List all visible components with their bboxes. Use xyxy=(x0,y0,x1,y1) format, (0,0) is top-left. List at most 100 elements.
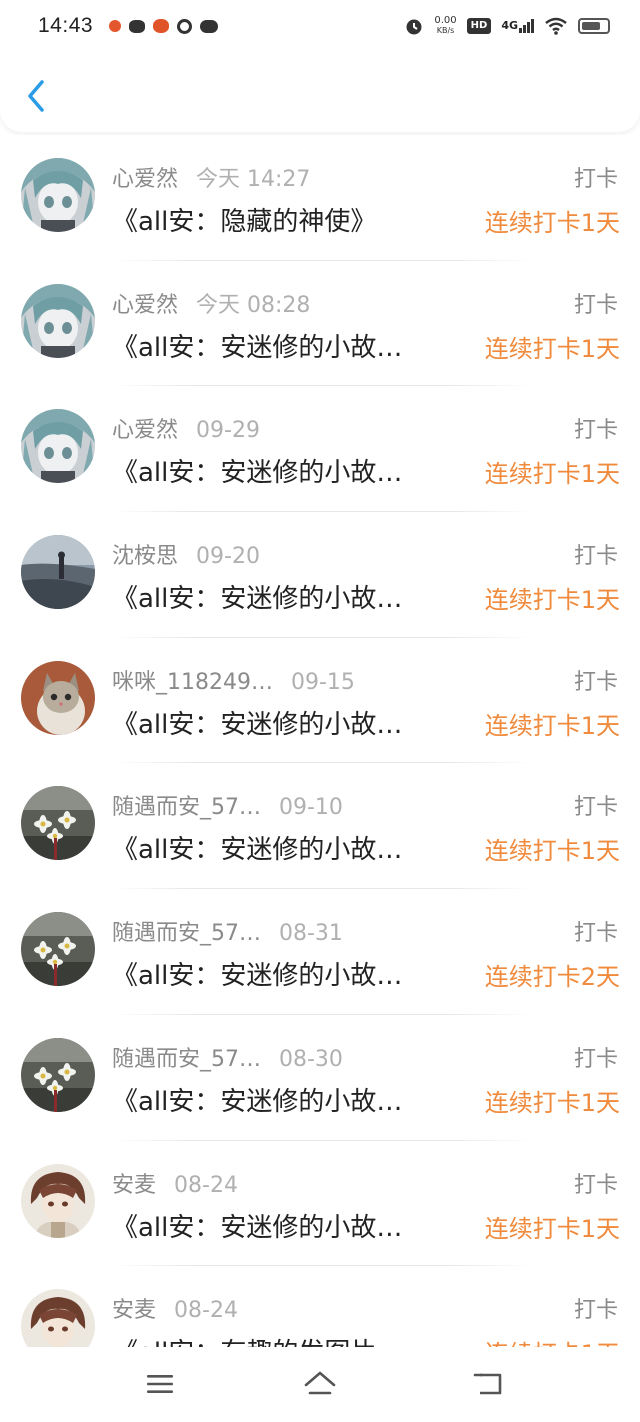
streak-badge: 连续打卡1天 xyxy=(484,460,620,489)
checkin-label: 打卡 xyxy=(573,167,618,192)
book-title[interactable]: 《all安：安迷修的小故… xyxy=(112,704,402,741)
sync-icon xyxy=(177,18,193,34)
avatar[interactable] xyxy=(21,1037,95,1112)
avatar[interactable] xyxy=(21,535,95,610)
list-item[interactable]: 沈桉思 09-20 打卡 《all安：安迷修的小故… 连续打卡1天 xyxy=(0,512,640,638)
book-title[interactable]: 《all安：隐藏的神使》 xyxy=(112,201,376,238)
book-title[interactable]: 《all安：有趣的发图片 xyxy=(112,1332,376,1347)
post-date: 今天 08:28 xyxy=(196,292,311,318)
meta-line: 心爱然 今天 14:27 xyxy=(112,161,310,193)
checkin-label: 打卡 xyxy=(573,1298,618,1324)
system-nav-bar xyxy=(0,1347,640,1422)
avatar-anime-teal-image xyxy=(21,283,95,358)
checkin-label: 打卡 xyxy=(573,921,618,947)
avatar[interactable] xyxy=(21,912,95,987)
user-name[interactable]: 心爱然 xyxy=(112,287,178,319)
avatar[interactable] xyxy=(21,786,95,861)
back-nav-button[interactable] xyxy=(468,1367,508,1401)
checkin-label: 打卡 xyxy=(573,544,618,570)
book-title[interactable]: 《all安：安迷修的小故… xyxy=(112,327,402,364)
avatar[interactable] xyxy=(21,1163,95,1238)
user-name[interactable]: 心爱然 xyxy=(112,412,178,444)
avatar[interactable] xyxy=(21,409,95,484)
book-title[interactable]: 《all安：安迷修的小故… xyxy=(112,1207,402,1244)
book-title[interactable]: 《all安：安迷修的小故… xyxy=(112,578,402,615)
post-date: 09-10 xyxy=(279,795,343,821)
book-title[interactable]: 《all安：安迷修的小故… xyxy=(112,1081,402,1118)
cloud-icon xyxy=(200,19,219,33)
user-name[interactable]: 安麦 xyxy=(112,1167,156,1199)
avatar[interactable] xyxy=(21,660,95,735)
list-item[interactable]: 安麦 08-24 打卡 《all安：有趣的发图片 连续打卡1天 xyxy=(0,1266,640,1347)
list-item[interactable]: 随遇而安_57… 09-10 打卡 《all安：安迷修的小故… 连续打卡1天 xyxy=(0,763,640,890)
list-item[interactable]: 随遇而安_57… 08-31 打卡 《all安：安迷修的小故… 连续打卡2天 xyxy=(0,889,640,1015)
list-item[interactable]: 心爱然 今天 08:28 打卡 《all安：安迷修的小故… 连续打卡1天 xyxy=(0,261,640,387)
meta-line: 安麦 08-24 xyxy=(112,1167,238,1199)
streak-badge: 连续打卡1天 xyxy=(484,711,620,740)
home-icon xyxy=(304,1371,336,1395)
avatar-beach-image xyxy=(21,535,95,610)
battery-icon xyxy=(578,18,610,34)
user-name[interactable]: 随遇而安_57… xyxy=(112,1041,261,1073)
wechat-icon xyxy=(129,19,146,33)
post-date: 09-29 xyxy=(196,418,260,444)
streak-badge: 连续打卡1天 xyxy=(484,586,620,615)
app-header xyxy=(0,52,640,132)
streak-badge: 连续打卡2天 xyxy=(484,963,620,992)
meta-line: 安麦 08-24 xyxy=(112,1292,238,1324)
book-title[interactable]: 《all安：安迷修的小故… xyxy=(112,955,402,992)
streak-badge: 连续打卡1天 xyxy=(484,1214,620,1243)
meta-line: 随遇而安_57… 08-31 xyxy=(112,915,343,947)
meta-line: 心爱然 今天 08:28 xyxy=(112,287,310,319)
menu-button[interactable] xyxy=(140,1367,180,1401)
avatar-anime-brown-image xyxy=(21,1289,95,1347)
avatar-flowers-image xyxy=(21,1037,95,1112)
checkin-label: 打卡 xyxy=(573,1046,618,1072)
hd-badge: HD xyxy=(466,18,492,34)
user-name[interactable]: 随遇而安_57… xyxy=(112,915,261,947)
book-title[interactable]: 《all安：安迷修的小故… xyxy=(112,829,402,866)
wifi-icon xyxy=(545,17,567,35)
list-item[interactable]: 随遇而安_57… 08-30 打卡 《all安：安迷修的小故… 连续打卡1天 xyxy=(0,1015,640,1141)
streak-badge: 连续打卡1天 xyxy=(484,209,620,237)
list-item[interactable]: 安麦 08-24 打卡 《all安：安迷修的小故… 连续打卡1天 xyxy=(0,1141,640,1267)
user-name[interactable]: 随遇而安_57… xyxy=(112,789,261,821)
signal-icon: 4G xyxy=(501,19,534,33)
streak-badge: 连续打卡1天 xyxy=(484,837,620,866)
book-title[interactable]: 《all安：安迷修的小故… xyxy=(112,452,402,489)
status-time: 14:43 xyxy=(38,14,94,37)
user-name[interactable]: 咪咪_118249… xyxy=(112,664,273,696)
avatar[interactable] xyxy=(21,283,95,358)
streak-badge: 连续打卡1天 xyxy=(485,1334,620,1347)
avatar-flowers-image xyxy=(21,912,95,987)
user-name[interactable]: 安麦 xyxy=(112,1292,156,1324)
menu-icon xyxy=(147,1375,173,1393)
meta-line: 随遇而安_57… 08-30 xyxy=(112,1041,343,1073)
post-date: 09-15 xyxy=(290,669,355,695)
avatar-anime-teal-image xyxy=(21,158,95,232)
streak-badge: 连续打卡1天 xyxy=(484,1088,620,1117)
user-name[interactable]: 沈桉思 xyxy=(112,538,178,570)
home-button[interactable] xyxy=(300,1367,340,1401)
meta-line: 沈桉思 09-20 xyxy=(112,538,260,570)
checkin-label: 打卡 xyxy=(573,669,618,695)
alarm-icon xyxy=(406,19,422,35)
meta-line: 心爱然 09-29 xyxy=(112,412,260,444)
avatar-flowers-image xyxy=(21,786,95,861)
post-date: 今天 14:27 xyxy=(196,167,311,192)
post-date: 08-31 xyxy=(279,921,343,947)
avatar[interactable] xyxy=(21,158,95,232)
chevron-left-icon xyxy=(28,80,44,112)
user-name[interactable]: 心爱然 xyxy=(112,161,178,193)
list-item[interactable]: 心爱然 今天 14:27 打卡 《all安：隐藏的神使》 连续打卡1天 xyxy=(0,135,640,261)
post-date: 08-30 xyxy=(279,1046,343,1072)
list-item[interactable]: 咪咪_118249… 09-15 打卡 《all安：安迷修的小故… 连续打卡1天 xyxy=(0,638,640,764)
return-icon xyxy=(473,1373,502,1395)
post-date: 09-20 xyxy=(196,544,260,570)
list-item[interactable]: 心爱然 09-29 打卡 《all安：安迷修的小故… 连续打卡1天 xyxy=(0,386,640,513)
avatar[interactable] xyxy=(21,1289,95,1347)
avatar-anime-teal-image xyxy=(21,409,95,484)
tomato-app-icon xyxy=(109,20,122,32)
back-button[interactable] xyxy=(20,76,52,116)
checkin-label: 打卡 xyxy=(573,795,618,821)
